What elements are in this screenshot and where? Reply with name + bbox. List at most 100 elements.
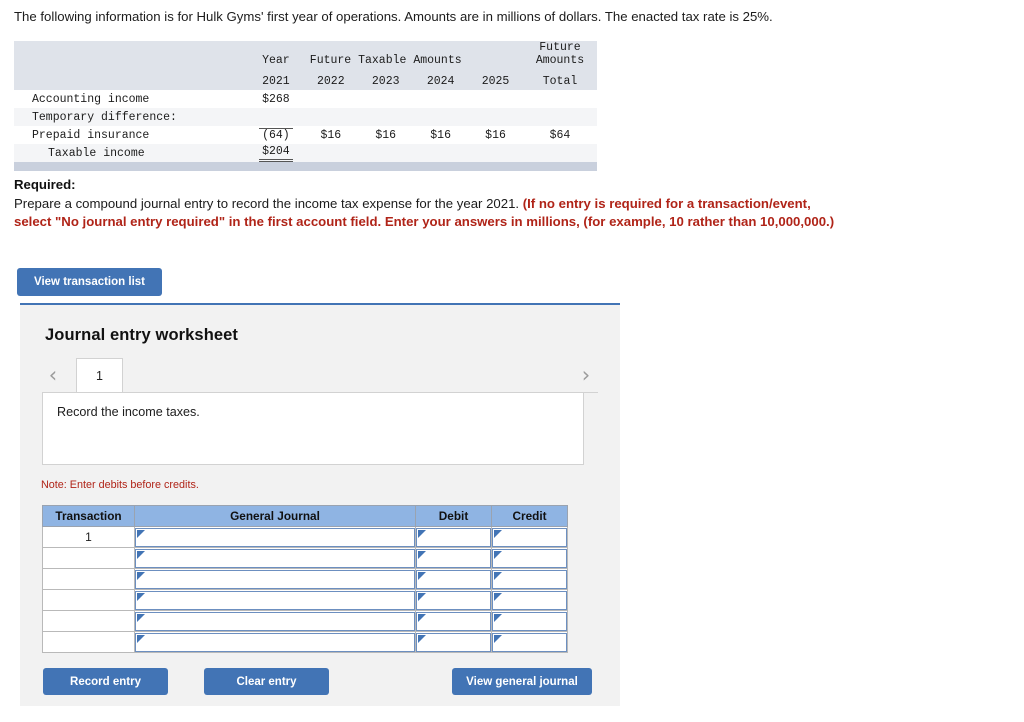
table-row bbox=[42, 631, 568, 653]
column-header-debit: Debit bbox=[415, 505, 492, 527]
credit-cell[interactable] bbox=[491, 589, 568, 611]
required-body: Prepare a compound journal entry to reco… bbox=[14, 195, 523, 211]
general-journal-input[interactable] bbox=[135, 569, 415, 589]
fact-row-accounting-income: Accounting income $268 bbox=[14, 90, 597, 108]
transaction-number-cell bbox=[42, 547, 135, 569]
table-row bbox=[42, 589, 568, 611]
fact-cell-2021-value: $204 bbox=[259, 145, 293, 162]
table-row bbox=[42, 568, 568, 590]
worksheet-description-box: Record the income taxes. bbox=[42, 393, 584, 465]
required-heading: Required: bbox=[14, 177, 76, 192]
debit-cell[interactable] bbox=[415, 568, 492, 590]
general-journal-cell[interactable] bbox=[134, 631, 416, 653]
general-journal-input[interactable] bbox=[135, 590, 415, 610]
general-journal-cell[interactable] bbox=[134, 526, 416, 548]
general-journal-cell[interactable] bbox=[134, 589, 416, 611]
fact-table-body: Accounting income $268 Temporary differe… bbox=[14, 90, 597, 162]
fact-cell-total: $64 bbox=[549, 128, 571, 142]
credit-input[interactable] bbox=[492, 611, 567, 631]
table-row bbox=[42, 547, 568, 569]
fact-row-label: Taxable income bbox=[48, 146, 145, 160]
record-entry-button[interactable]: Record entry bbox=[43, 668, 168, 695]
fact-header-future-line2: Amounts bbox=[535, 54, 585, 67]
credit-cell[interactable] bbox=[491, 610, 568, 632]
general-journal-cell[interactable] bbox=[134, 610, 416, 632]
fact-cell-2025: $16 bbox=[485, 128, 506, 142]
general-journal-input[interactable] bbox=[135, 632, 415, 652]
credit-input[interactable] bbox=[492, 569, 567, 589]
column-header-transaction: Transaction bbox=[42, 505, 135, 527]
fact-cell-2022 bbox=[303, 144, 358, 162]
debit-input[interactable] bbox=[416, 611, 491, 631]
debit-input[interactable] bbox=[416, 548, 491, 568]
fact-table-head: Year Future Taxable Amounts Future Amoun… bbox=[14, 41, 597, 90]
credit-cell[interactable] bbox=[491, 526, 568, 548]
transaction-number-cell bbox=[42, 568, 135, 590]
transaction-number-cell bbox=[42, 589, 135, 611]
journal-entry-worksheet-panel: Journal entry worksheet ‹ 1 › Record the… bbox=[20, 303, 620, 706]
debit-cell[interactable] bbox=[415, 589, 492, 611]
fact-cell-2025 bbox=[468, 90, 523, 108]
debit-input[interactable] bbox=[416, 632, 491, 652]
debit-input[interactable] bbox=[416, 527, 491, 547]
credit-cell[interactable] bbox=[491, 568, 568, 590]
debit-cell[interactable] bbox=[415, 631, 492, 653]
clear-entry-button[interactable]: Clear entry bbox=[204, 668, 329, 695]
credit-input[interactable] bbox=[492, 590, 567, 610]
credit-cell[interactable] bbox=[491, 631, 568, 653]
future-taxable-amounts-table: Year Future Taxable Amounts Future Amoun… bbox=[14, 41, 597, 162]
next-tab-chevron-icon[interactable]: › bbox=[575, 363, 597, 387]
fact-cell-2021: $204 bbox=[248, 144, 303, 162]
debit-cell[interactable] bbox=[415, 547, 492, 569]
fact-cell-2025 bbox=[468, 108, 523, 126]
credit-cell[interactable] bbox=[491, 547, 568, 569]
general-journal-input[interactable] bbox=[135, 548, 415, 568]
fact-cell-2022: $16 bbox=[320, 128, 342, 142]
fact-table-container: Year Future Taxable Amounts Future Amoun… bbox=[14, 41, 597, 171]
credit-input[interactable] bbox=[492, 527, 567, 547]
fact-row-taxable-income: Taxable income $204 bbox=[14, 144, 597, 162]
fact-table-footer-bar bbox=[14, 162, 597, 171]
journal-table-body: 1 bbox=[42, 526, 568, 653]
view-general-journal-button[interactable]: View general journal bbox=[452, 668, 592, 695]
fact-header-blank-2 bbox=[14, 69, 249, 90]
fact-cell-2022 bbox=[303, 108, 358, 126]
general-journal-cell[interactable] bbox=[134, 547, 416, 569]
prev-tab-chevron-icon[interactable]: ‹ bbox=[42, 363, 64, 387]
debit-cell[interactable] bbox=[415, 610, 492, 632]
fact-cell-2025 bbox=[468, 144, 523, 162]
fact-cell-2023 bbox=[358, 108, 413, 126]
transaction-number-cell bbox=[42, 610, 135, 632]
fact-cell-2023 bbox=[358, 144, 413, 162]
debit-input[interactable] bbox=[416, 590, 491, 610]
fact-cell-total bbox=[523, 108, 597, 126]
fact-row-temporary-difference: Temporary difference: bbox=[14, 108, 597, 126]
fact-header-year-label: Year bbox=[248, 41, 304, 69]
journal-table-head: Transaction General Journal Debit Credit bbox=[42, 505, 568, 527]
transaction-number-cell bbox=[42, 631, 135, 653]
view-transaction-list-button[interactable]: View transaction list bbox=[17, 268, 162, 296]
fact-header-year-2022: 2022 bbox=[303, 69, 359, 90]
fact-header-blank bbox=[14, 41, 249, 69]
column-header-credit: Credit bbox=[491, 505, 568, 527]
fact-row-label: Temporary difference: bbox=[32, 110, 177, 124]
column-header-general-journal: General Journal bbox=[134, 505, 416, 527]
general-journal-input[interactable] bbox=[135, 527, 415, 547]
journal-table-container: Transaction General Journal Debit Credit… bbox=[42, 505, 568, 653]
credit-input[interactable] bbox=[492, 632, 567, 652]
general-journal-input[interactable] bbox=[135, 611, 415, 631]
general-journal-cell[interactable] bbox=[134, 568, 416, 590]
fact-header-year-2024: 2024 bbox=[413, 69, 469, 90]
fact-header-row-top: Year Future Taxable Amounts Future Amoun… bbox=[14, 41, 597, 69]
fact-header-future-total-word: Total bbox=[522, 69, 597, 90]
worksheet-description-text: Record the income taxes. bbox=[57, 405, 200, 419]
credit-input[interactable] bbox=[492, 548, 567, 568]
fact-cell-2022 bbox=[303, 90, 358, 108]
fact-header-future-taxable-amounts: Future Taxable Amounts bbox=[303, 41, 469, 69]
fact-header-future-total-top: Future Amounts bbox=[522, 41, 597, 69]
debit-cell[interactable] bbox=[415, 526, 492, 548]
journal-header-row: Transaction General Journal Debit Credit bbox=[42, 505, 568, 527]
journal-entry-table: Transaction General Journal Debit Credit… bbox=[42, 505, 568, 653]
worksheet-tab-1[interactable]: 1 bbox=[76, 358, 123, 393]
debit-input[interactable] bbox=[416, 569, 491, 589]
